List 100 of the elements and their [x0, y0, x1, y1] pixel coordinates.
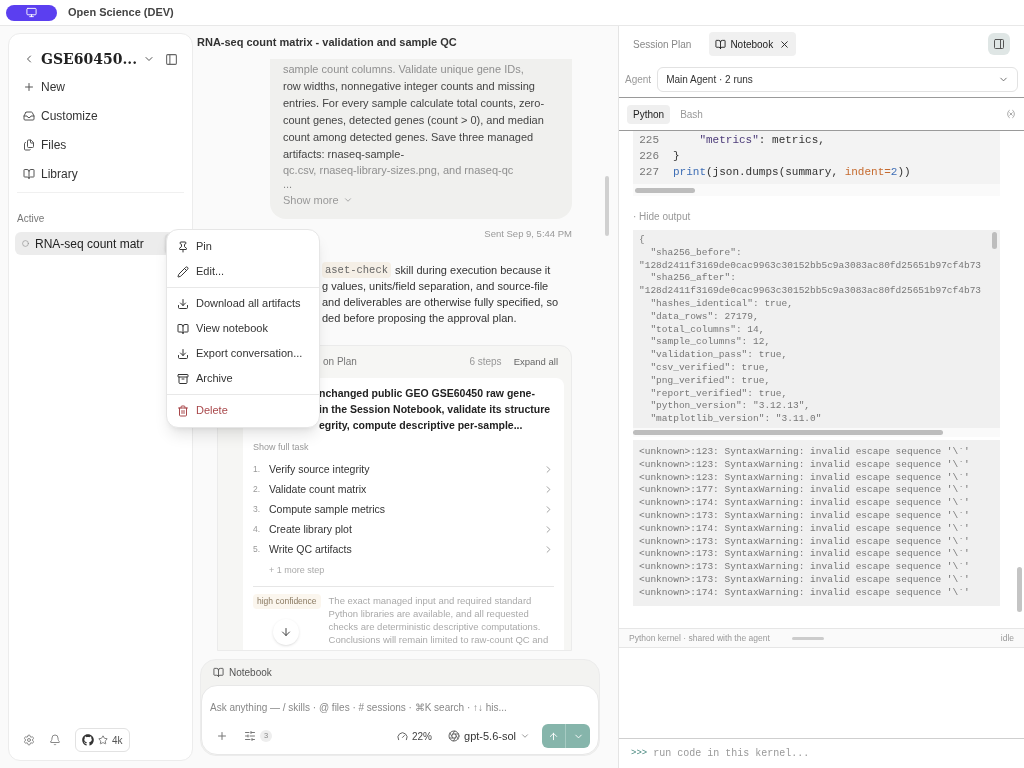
documents-icon — [23, 138, 35, 151]
github-stars-button[interactable]: 4k — [75, 728, 130, 752]
agent-label: Agent — [625, 73, 652, 87]
output-line: "total_columns": 14, — [649, 323, 765, 337]
variable-icon[interactable] — [1006, 109, 1016, 119]
plus-icon[interactable] — [216, 730, 228, 742]
nav-item[interactable]: New — [15, 72, 187, 101]
settings-icon[interactable] — [23, 734, 35, 746]
plan-header: on Plan — [323, 355, 357, 370]
kernel-tab[interactable]: Python — [627, 104, 671, 124]
output-line: "sample_columns": 12, — [649, 336, 771, 350]
step-label: Verify source integrity — [269, 461, 370, 477]
book-icon — [177, 322, 189, 335]
warning-line: <unknown>:177: SyntaxWarning: invalid escape sequence '\`' — [639, 484, 970, 498]
menu-item[interactable]: Download all artifacts — [167, 291, 319, 316]
confidence-badge: high confidence — [253, 593, 321, 609]
pin-icon — [177, 240, 189, 253]
expand-all-button[interactable]: Expand all — [513, 354, 558, 369]
scrollbar[interactable] — [635, 187, 695, 193]
nav-item[interactable]: Customize — [15, 101, 187, 130]
step-number: 2. — [253, 483, 262, 497]
warning-line: <unknown>:173: SyntaxWarning: invalid escape sequence '\`' — [639, 509, 970, 523]
menu-item[interactable]: View notebook — [167, 316, 319, 341]
menu-item[interactable]: Delete — [167, 398, 319, 423]
project-title[interactable]: GSE60450... — [41, 48, 138, 70]
scroll-down-button[interactable] — [273, 618, 299, 645]
kernel-state: idle — [1000, 631, 1014, 645]
task-text: egrity, compute descriptive per-sample... — [319, 417, 524, 433]
warning-line: <unknown>:174: SyntaxWarning: invalid escape sequence '\`' — [639, 586, 970, 600]
arrow-down-icon — [280, 625, 292, 638]
sliders-icon[interactable] — [244, 730, 256, 742]
book-icon — [23, 167, 35, 180]
close-icon[interactable] — [779, 38, 791, 50]
confidence-text: The exact managed input and required standard Python libraries are available, and all requested checks are deterministic descriptive computations. Conclusions will remain limited to raw-count QC and — [328, 593, 550, 646]
code-line: } — [673, 149, 680, 164]
model-selector[interactable]: gpt-5.6-sol — [448, 727, 530, 745]
context-label: Notebook — [229, 665, 272, 680]
output-line: "csv_verified": true, — [649, 361, 771, 375]
panel-tab[interactable]: Session Plan — [627, 32, 698, 56]
output-line: "validation_pass": true, — [649, 349, 788, 362]
output-line: "128d2411f3169de0cac9963c30152bb5c9a3083ac80fd25651b97cf4b73 — [639, 285, 982, 298]
model-icon — [448, 730, 460, 742]
step-number: 3. — [253, 503, 262, 517]
status-circle-icon — [22, 240, 29, 247]
console-input[interactable]: run code in this kernel... — [653, 746, 1012, 761]
plan-step[interactable]: 4. Create library plot — [253, 519, 554, 540]
chat-title: RNA-seq count matrix - validation and sample QC — [197, 35, 457, 51]
output-line: "hashes_identical": true, — [649, 298, 793, 311]
warning-line: <unknown>:173: SyntaxWarning: invalid escape sequence '\`' — [639, 548, 970, 562]
output-line: "data_rows": 27179, — [649, 310, 759, 324]
step-label: Write QC artifacts — [269, 541, 352, 557]
step-label: Create library plot — [269, 521, 352, 537]
kernel-status-text: Python kernel · shared with the agent — [629, 631, 770, 645]
bell-icon[interactable] — [49, 734, 61, 746]
github-icon — [82, 734, 94, 746]
scrollbar[interactable] — [605, 176, 609, 236]
plan-step[interactable]: 5. Write QC artifacts — [253, 539, 554, 560]
archive-icon — [177, 372, 189, 385]
output-line: "sha256_after": — [649, 272, 736, 286]
plan-step[interactable]: 1. Verify source integrity — [253, 459, 554, 480]
warning-line: <unknown>:173: SyntaxWarning: invalid escape sequence '\`' — [639, 573, 970, 587]
monitor-icon — [26, 7, 37, 18]
message-faded-line: sample count columns. Validate unique gene IDs, — [283, 62, 525, 77]
panel-toggle-button[interactable] — [988, 33, 1010, 55]
output-line: "sha256_before": — [649, 246, 742, 260]
scrollbar[interactable] — [633, 429, 943, 435]
scrollbar[interactable] — [1017, 567, 1022, 612]
plan-step[interactable]: 2. Validate count matrix — [253, 479, 554, 500]
step-label: Validate count matrix — [269, 481, 367, 497]
step-number: 1. — [253, 463, 262, 477]
warning-line: <unknown>:173: SyntaxWarning: invalid escape sequence '\`' — [639, 561, 970, 574]
nav-item[interactable]: Files — [15, 130, 187, 159]
nav-item[interactable]: Library — [15, 159, 187, 188]
pencil-icon — [177, 265, 189, 278]
output-line: "matplotlib_version": "3.11.0" — [649, 413, 822, 426]
sent-time: Sent Sep 9, 5:44 PM — [484, 226, 572, 241]
star-icon — [98, 735, 108, 745]
output-line: "png_verified": true, — [649, 374, 771, 388]
line-number: 226 — [638, 149, 660, 164]
code-line: "metrics": metrics, — [698, 133, 825, 148]
scrollbar[interactable] — [992, 232, 997, 249]
arrow-up-icon — [548, 730, 559, 742]
agent-select[interactable]: Main Agent · 2 runs — [657, 67, 1018, 92]
panel-tab[interactable]: Notebook — [709, 32, 797, 56]
menu-item[interactable]: Edit... — [167, 259, 319, 284]
book-icon — [715, 38, 727, 50]
warning-line: <unknown>:123: SyntaxWarning: invalid escape sequence '\`' — [639, 471, 970, 485]
resize-handle[interactable] — [791, 636, 824, 640]
menu-item[interactable]: Archive — [167, 366, 319, 391]
task-text: nchanged public GEO GSE60450 raw gene- — [319, 385, 536, 401]
sidebar-toggle-icon[interactable] — [165, 52, 179, 66]
steps-count: 6 steps — [469, 355, 502, 370]
app-title: Open Science (DEV) — [68, 5, 174, 21]
plan-step[interactable]: 3. Compute sample metrics — [253, 499, 554, 520]
message-text: and deliverables are otherwise fully specified, so — [322, 294, 560, 310]
line-number: 225 — [638, 133, 660, 148]
plus-icon — [23, 80, 35, 93]
menu-item[interactable]: Export conversation... — [167, 341, 319, 366]
message-ellipsis: ... — [283, 178, 294, 190]
message-text: skill during execution because it — [395, 262, 551, 278]
